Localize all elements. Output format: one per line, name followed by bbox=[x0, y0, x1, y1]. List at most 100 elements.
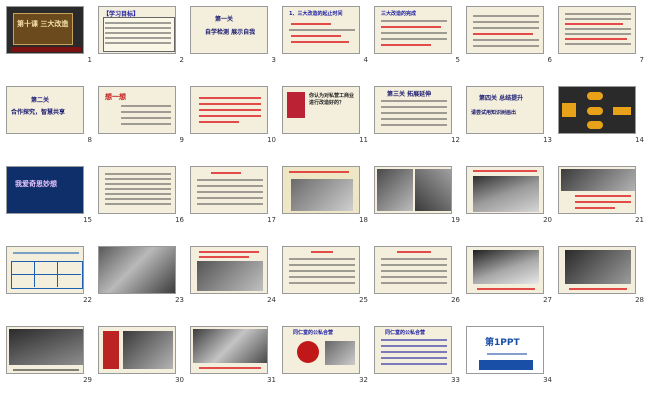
slide-title: 第三关 拓展延伸 bbox=[387, 91, 432, 98]
slide-preview bbox=[190, 246, 268, 294]
slide-preview bbox=[190, 86, 268, 134]
slide-number: 8 bbox=[87, 136, 92, 144]
slide-subtitle: 请尝试用知识树画出 bbox=[471, 110, 517, 116]
slide-number: 26 bbox=[451, 296, 460, 304]
slide-thumb-3[interactable]: 第一关 自学检测 展示自我 3 bbox=[190, 6, 282, 66]
slide-thumb-5[interactable]: 三大改造的完成 5 bbox=[374, 6, 466, 66]
slide-number: 3 bbox=[271, 56, 276, 64]
slide-title: 同仁堂的公私合营 bbox=[293, 330, 334, 336]
slide-preview: 第三关 拓展延伸 bbox=[374, 86, 452, 134]
slide-preview bbox=[98, 166, 176, 214]
slide-subtitle: 自学检测 展示自我 bbox=[205, 29, 256, 36]
slide-preview: 第二关 合作探究，智慧共享 bbox=[6, 86, 84, 134]
slide-preview bbox=[374, 246, 452, 294]
slide-number: 29 bbox=[83, 376, 92, 384]
slide-title: 第二关 bbox=[31, 97, 50, 104]
slide-thumb-29[interactable]: 29 bbox=[6, 326, 98, 386]
slide-number: 14 bbox=[635, 136, 644, 144]
slide-thumb-28[interactable]: 28 bbox=[558, 246, 650, 306]
slide-title: 第四关 总结提升 bbox=[479, 95, 524, 102]
slide-number: 32 bbox=[359, 376, 368, 384]
slide-thumb-25[interactable]: 25 bbox=[282, 246, 374, 306]
slide-thumb-23[interactable]: 23 bbox=[98, 246, 190, 306]
slide-preview: 第1PPT bbox=[466, 326, 544, 374]
slide-thumb-12[interactable]: 第三关 拓展延伸 12 bbox=[374, 86, 466, 146]
slide-number: 33 bbox=[451, 376, 460, 384]
slide-number: 12 bbox=[451, 136, 460, 144]
slide-preview: 同仁堂的公私合营 bbox=[374, 326, 452, 374]
slide-preview bbox=[282, 166, 360, 214]
slide-thumb-14[interactable]: 14 bbox=[558, 86, 650, 146]
slide-number: 13 bbox=[543, 136, 552, 144]
slide-number: 28 bbox=[635, 296, 644, 304]
slide-number: 10 bbox=[267, 136, 276, 144]
slide-preview bbox=[190, 326, 268, 374]
slide-number: 21 bbox=[635, 216, 644, 224]
slide-preview: 想一想 bbox=[98, 86, 176, 134]
slide-thumb-24[interactable]: 24 bbox=[190, 246, 282, 306]
slide-preview bbox=[98, 246, 176, 294]
slide-preview: 第四关 总结提升 请尝试用知识树画出 bbox=[466, 86, 544, 134]
slide-title: 第一关 bbox=[215, 16, 234, 23]
slide-preview bbox=[558, 166, 636, 214]
slide-preview bbox=[6, 326, 84, 374]
slide-preview bbox=[558, 86, 636, 134]
slide-number: 25 bbox=[359, 296, 368, 304]
slide-title: 同仁堂的公私合营 bbox=[385, 330, 426, 336]
slide-thumb-10[interactable]: 10 bbox=[190, 86, 282, 146]
slide-thumb-20[interactable]: 20 bbox=[466, 166, 558, 226]
slide-preview: 【学习目标】 bbox=[98, 6, 176, 54]
slide-number: 27 bbox=[543, 296, 552, 304]
slide-number: 9 bbox=[179, 136, 184, 144]
slide-thumb-8[interactable]: 第二关 合作探究，智慧共享 8 bbox=[6, 86, 98, 146]
slide-thumb-18[interactable]: 18 bbox=[282, 166, 374, 226]
slide-thumb-15[interactable]: 我爱奇思妙想 15 bbox=[6, 166, 98, 226]
slide-preview bbox=[466, 246, 544, 294]
slide-title: 1、三大改造的起止时间 bbox=[289, 11, 343, 17]
slide-thumb-2[interactable]: 【学习目标】 2 bbox=[98, 6, 190, 66]
slide-number: 34 bbox=[543, 376, 552, 384]
slide-number: 17 bbox=[267, 216, 276, 224]
slide-thumb-22[interactable]: 22 bbox=[6, 246, 98, 306]
slide-number: 2 bbox=[179, 56, 184, 64]
slide-preview: 三大改造的完成 bbox=[374, 6, 452, 54]
slide-preview bbox=[558, 6, 636, 54]
slide-number: 1 bbox=[87, 56, 92, 64]
slide-title: 三大改造的完成 bbox=[381, 11, 417, 17]
slide-number: 16 bbox=[175, 216, 184, 224]
slide-number: 5 bbox=[455, 56, 460, 64]
slide-thumb-7[interactable]: 7 bbox=[558, 6, 650, 66]
slide-number: 11 bbox=[359, 136, 368, 144]
slide-thumb-26[interactable]: 26 bbox=[374, 246, 466, 306]
slide-preview bbox=[466, 6, 544, 54]
slide-number: 24 bbox=[267, 296, 276, 304]
slide-thumb-17[interactable]: 17 bbox=[190, 166, 282, 226]
slide-title: 第十课 三大改造 bbox=[17, 20, 69, 28]
slide-preview: 你认为对私营工商业进行改造好的？ bbox=[282, 86, 360, 134]
slide-thumb-34[interactable]: 第1PPT 34 bbox=[466, 326, 558, 386]
slide-thumb-1[interactable]: 第十课 三大改造 1 bbox=[6, 6, 98, 66]
slide-number: 4 bbox=[363, 56, 368, 64]
slide-thumb-21[interactable]: 21 bbox=[558, 166, 650, 226]
slide-preview bbox=[282, 246, 360, 294]
slide-thumb-9[interactable]: 想一想 9 bbox=[98, 86, 190, 146]
slide-thumb-32[interactable]: 同仁堂的公私合营 32 bbox=[282, 326, 374, 386]
slide-number: 20 bbox=[543, 216, 552, 224]
slide-sorter: 第十课 三大改造 1 【学习目标】 2 第一关 自学检测 展示自我 3 1、三大… bbox=[0, 0, 660, 410]
slide-thumb-19[interactable]: 19 bbox=[374, 166, 466, 226]
slide-preview bbox=[558, 246, 636, 294]
slide-thumb-4[interactable]: 1、三大改造的起止时间 4 bbox=[282, 6, 374, 66]
slide-thumb-11[interactable]: 你认为对私营工商业进行改造好的？ 11 bbox=[282, 86, 374, 146]
slide-thumb-33[interactable]: 同仁堂的公私合营 33 bbox=[374, 326, 466, 386]
slide-preview bbox=[98, 326, 176, 374]
slide-number: 22 bbox=[83, 296, 92, 304]
slide-number: 6 bbox=[547, 56, 552, 64]
slide-thumb-6[interactable]: 6 bbox=[466, 6, 558, 66]
slide-subtitle: 合作探究，智慧共享 bbox=[11, 109, 66, 116]
slide-thumb-31[interactable]: 31 bbox=[190, 326, 282, 386]
slide-title: 第1PPT bbox=[485, 338, 520, 348]
slide-thumb-30[interactable]: 30 bbox=[98, 326, 190, 386]
slide-thumb-16[interactable]: 16 bbox=[98, 166, 190, 226]
slide-thumb-27[interactable]: 27 bbox=[466, 246, 558, 306]
slide-thumb-13[interactable]: 第四关 总结提升 请尝试用知识树画出 13 bbox=[466, 86, 558, 146]
